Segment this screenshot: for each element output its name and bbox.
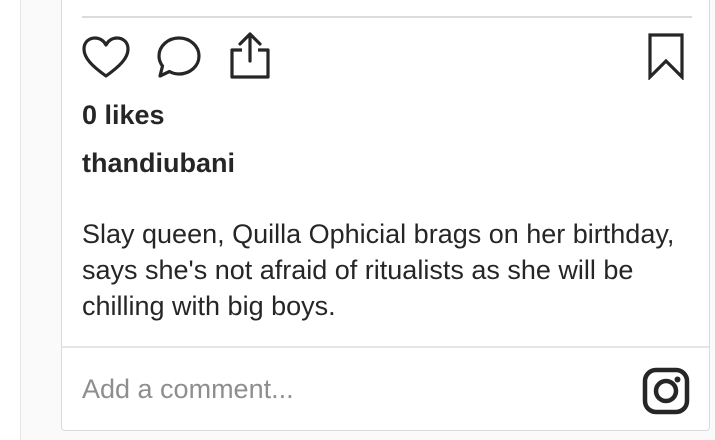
comment-bar [62, 346, 709, 430]
post-divider [82, 16, 692, 18]
comment-input[interactable] [82, 368, 622, 410]
share-icon[interactable] [228, 31, 272, 81]
instagram-logo-icon[interactable] [642, 367, 690, 415]
likes-count[interactable]: 0 likes [82, 98, 165, 132]
comment-icon[interactable] [156, 35, 202, 79]
heart-icon[interactable] [82, 36, 130, 78]
left-margin-panel [0, 0, 21, 440]
bookmark-icon[interactable] [647, 32, 685, 80]
post-caption: Slay queen, Quilla Ophicial brags on her… [82, 219, 675, 321]
post-card: 0 likes thandiubani Slay queen, Quilla O… [61, 0, 710, 431]
post-username[interactable]: thandiubani [82, 146, 235, 180]
